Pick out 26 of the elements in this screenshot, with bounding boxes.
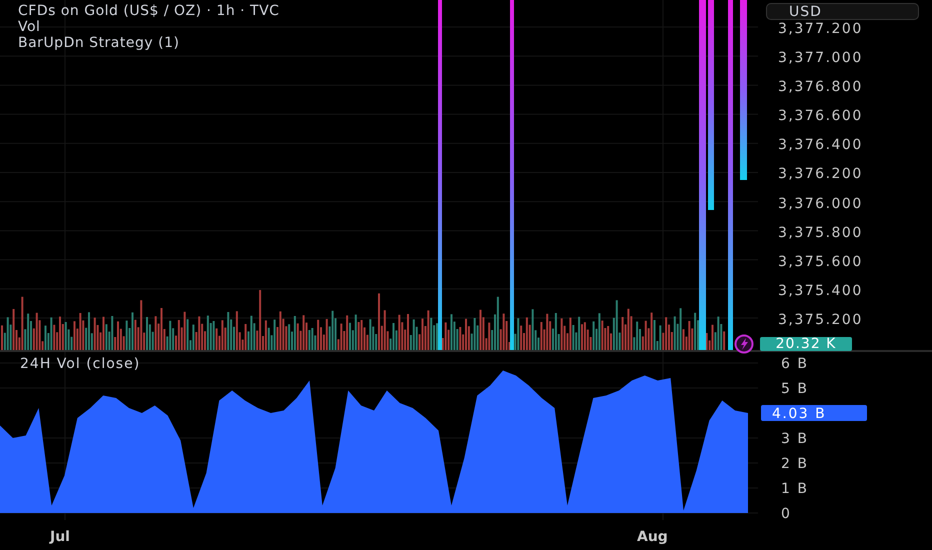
last-value-badge: 4.03 B bbox=[761, 405, 867, 422]
axis-label: 3 B bbox=[781, 431, 808, 447]
price-label: 3,376.600 bbox=[778, 108, 863, 126]
price-label: 3,376.400 bbox=[778, 137, 863, 156]
time-label: Jul bbox=[50, 529, 70, 545]
price-label: 3,376.200 bbox=[778, 166, 863, 184]
price-label: 3,376.000 bbox=[778, 196, 863, 214]
axis-label: 0 bbox=[781, 506, 792, 522]
axis-label: 6 B bbox=[781, 356, 808, 372]
price-label: 3,377.000 bbox=[778, 50, 863, 68]
price-label: 3,375.400 bbox=[778, 282, 863, 301]
price-label: 3,375.600 bbox=[778, 254, 863, 272]
indicator-label[interactable]: BarUpDn Strategy (1) bbox=[18, 35, 180, 51]
time-label: Aug bbox=[636, 529, 668, 545]
price-label: 3,375.200 bbox=[778, 312, 863, 330]
volume-value-badge: 20.32 K bbox=[760, 337, 852, 351]
price-label: 3,377.200 bbox=[778, 21, 863, 39]
indicator-label[interactable]: 24H Vol (close) bbox=[20, 356, 140, 372]
price-label: 3,376.800 bbox=[778, 79, 863, 98]
price-label: 3,375.800 bbox=[778, 224, 863, 243]
currency-button[interactable]: USD bbox=[766, 3, 919, 20]
indicator-label[interactable]: Vol bbox=[18, 19, 40, 35]
axis-label: 2 B bbox=[781, 456, 808, 472]
axis-label: 5 B bbox=[781, 381, 808, 397]
axis-label: 1 B bbox=[781, 481, 808, 497]
symbol-title[interactable]: CFDs on Gold (US$ / OZ) · 1h · TVC bbox=[18, 3, 280, 19]
